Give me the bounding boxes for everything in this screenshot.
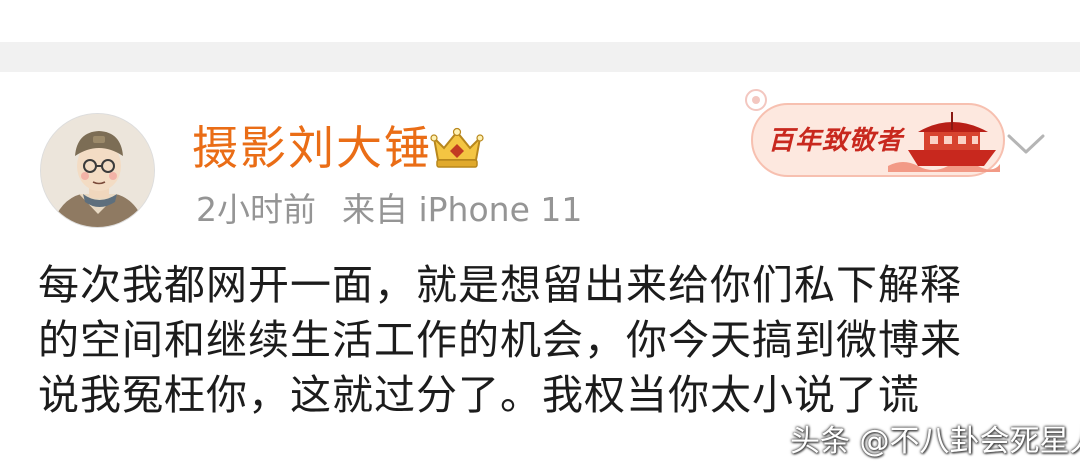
section-divider <box>0 42 1080 72</box>
avatar-illustration-icon <box>41 114 154 227</box>
watermark: 头条 @不八卦会死星人 <box>790 424 1080 459</box>
avatar[interactable] <box>40 113 155 228</box>
post-body-line: 的空间和继续生活工作的机会，你今天搞到微博来 <box>38 316 962 364</box>
badge-label: 百年致敬者 <box>768 126 904 156</box>
post-source: 来自 iPhone 11 <box>342 190 583 229</box>
chevron-down-icon[interactable] <box>1003 126 1049 162</box>
anniversary-badge[interactable]: 百年致敬者 <box>738 82 1006 182</box>
post-time: 2小时前 <box>196 190 316 229</box>
top-strip <box>0 0 1080 42</box>
vip-crown-icon[interactable] <box>428 124 486 170</box>
post-meta: 2小时前 来自 iPhone 11 <box>196 188 582 232</box>
post-body-line: 每次我都网开一面，就是想留出来给你们私下解释 <box>38 261 962 309</box>
username[interactable]: 摄影刘大锤 <box>192 118 432 178</box>
post-body: 每次我都网开一面，就是想留出来给你们私下解释 的空间和继续生活工作的机会，你今天… <box>38 258 1043 423</box>
post-body-line: 说我冤枉你，这就过分了。我权当你太小说了谎 <box>38 371 920 419</box>
